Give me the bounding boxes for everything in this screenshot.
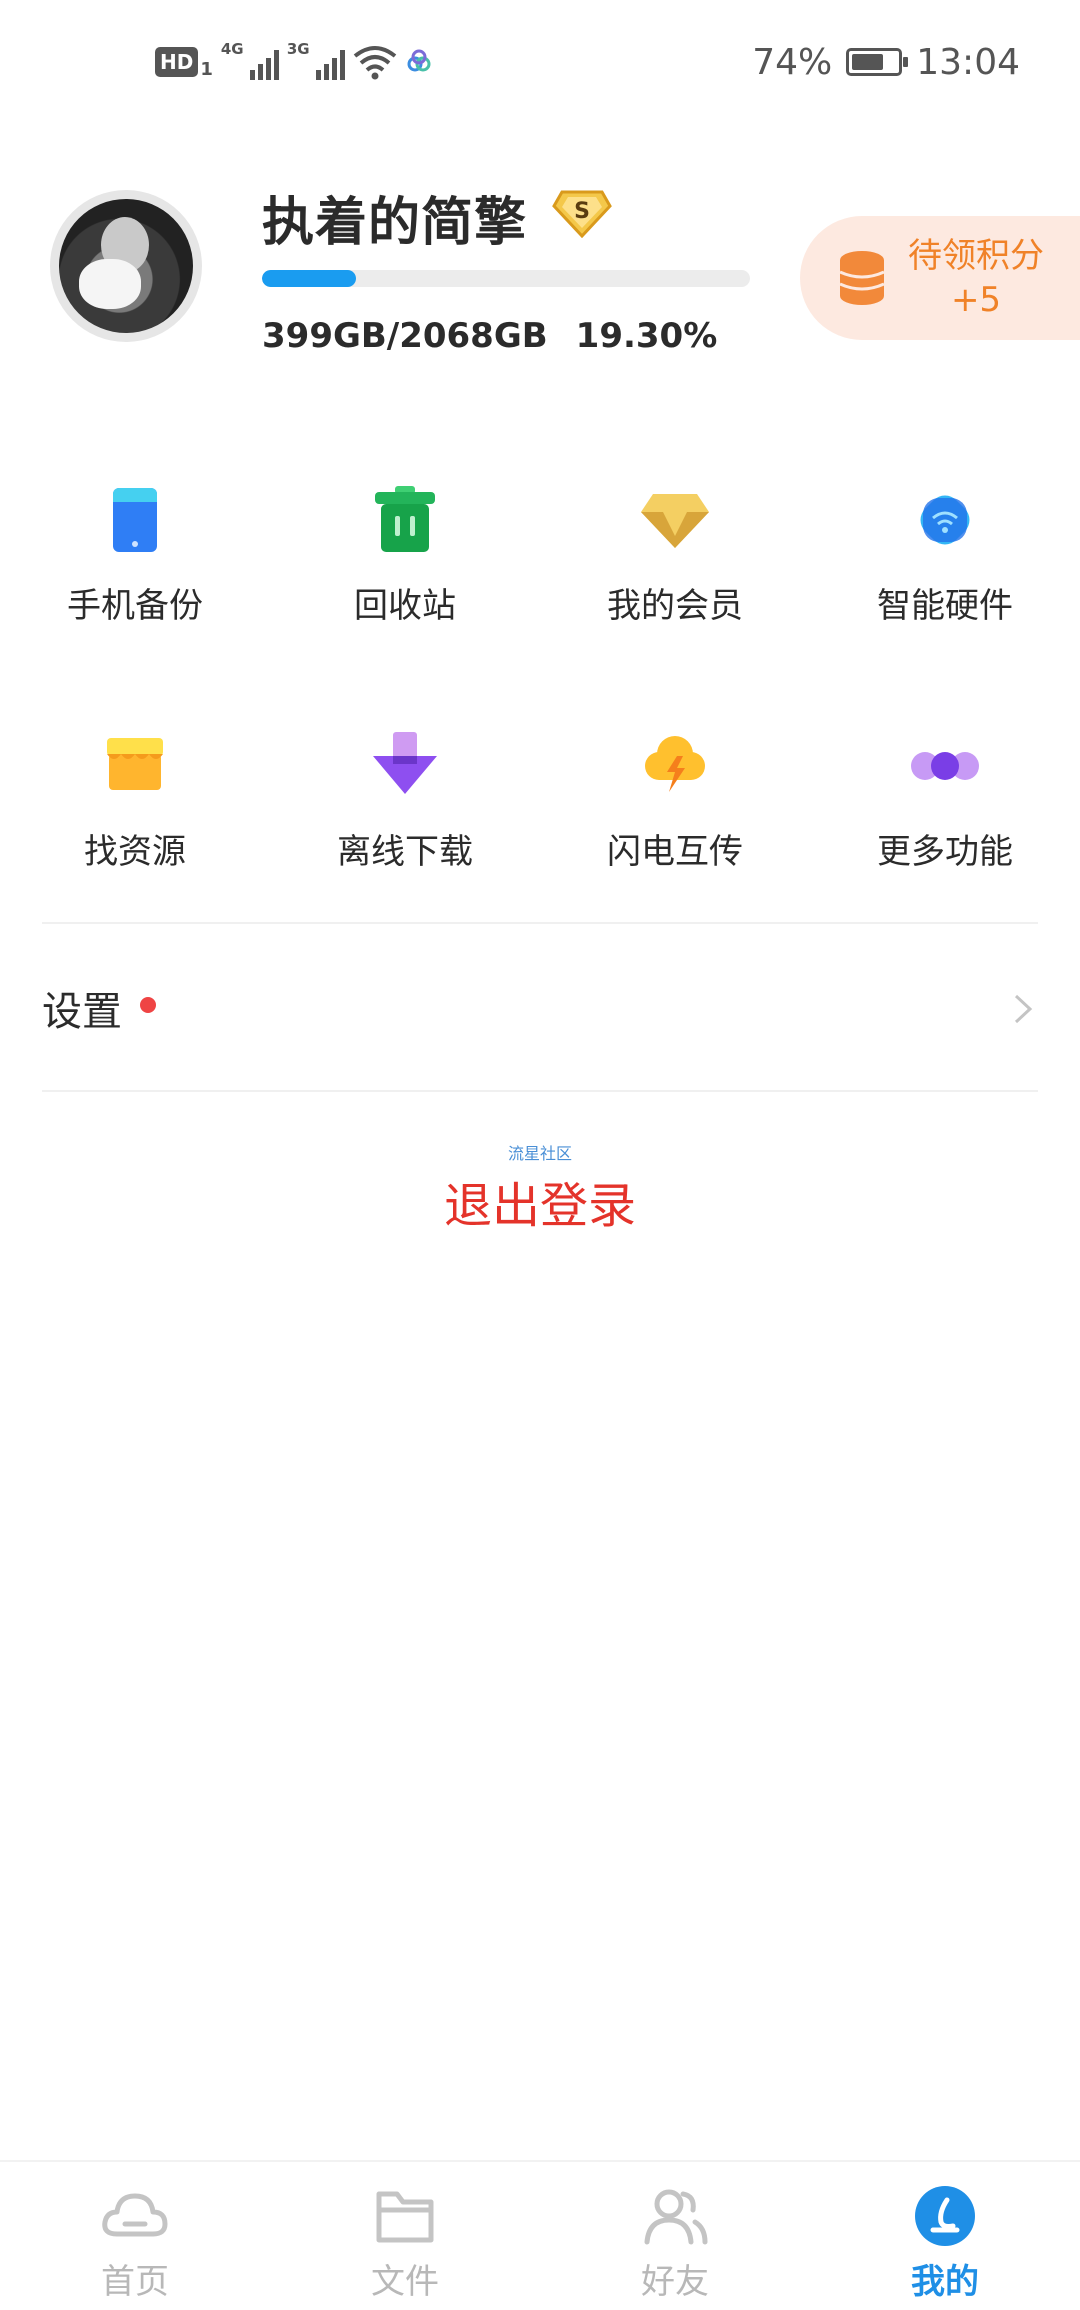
clock: 13:04 [916,41,1020,83]
divider [42,1090,1038,1092]
coins-icon [839,251,885,305]
profile-icon [915,2186,975,2246]
phone-backup-icon [113,488,157,552]
nav-item-friends[interactable]: 好友 [540,2162,810,2310]
nav-item-files[interactable]: 文件 [270,2162,540,2310]
storage-info: 399GB/2068GB 19.30% [262,316,717,356]
chevron-right-icon [1014,994,1033,1024]
bottom-nav: 首页 文件 好友 我的 [0,2160,1080,2310]
logout-area: 流星社区 退出登录 [0,1140,1080,1236]
storage-used: 399GB/2068GB [262,316,548,356]
points-button[interactable]: 待领积分 +5 [800,216,1080,340]
grid-label: 离线下载 [337,832,473,872]
battery-icon [846,48,909,76]
wifi-icon [353,46,397,80]
more-dots-icon [911,752,979,780]
nav-label: 首页 [101,2262,169,2302]
points-label: 待领积分 [908,236,1044,276]
grid-label: 闪电互传 [607,832,743,872]
notification-dot [140,997,156,1013]
battery-percent: 74% [752,41,833,83]
signal-4g-icon: 4G [221,40,279,82]
status-icons-right: 74% 13:04 [752,36,1020,88]
diamond-icon [641,494,709,548]
folder-icon [376,2191,434,2243]
settings-row[interactable]: 设置 [0,924,1080,1092]
feature-grid: 手机备份 回收站 我的会员 智能硬件 找资源 离线下载 闪电互传 更多功能 [0,470,1080,962]
storage-progress-bar [262,270,750,287]
points-value: +5 [950,280,1002,320]
status-icons-left: HD 1 4G 3G [155,40,433,84]
nav-label: 我的 [911,2262,979,2302]
logout-button[interactable]: 退出登录 [444,1166,636,1236]
grid-label: 智能硬件 [877,586,1013,626]
cloud-icon [102,2193,168,2237]
nav-item-home[interactable]: 首页 [0,2162,270,2310]
lightning-cloud-icon [645,736,705,792]
hd-badge: HD [155,47,199,77]
grid-item-smart-hardware[interactable]: 智能硬件 [810,470,1080,716]
nav-label: 好友 [641,2262,709,2302]
grid-label: 回收站 [354,586,456,626]
avatar[interactable] [50,190,202,342]
watermark-text: 流星社区 [507,1144,572,1163]
app-notification-icon [407,49,431,72]
smart-hardware-icon [920,495,970,545]
svg-text:S: S [574,199,590,224]
recycle-bin-icon [375,486,435,552]
vip-badge-icon[interactable]: S [552,186,612,238]
store-icon [107,738,163,790]
friends-icon [644,2189,708,2245]
grid-label: 更多功能 [877,832,1013,872]
download-icon [373,732,437,794]
grid-item-recycle-bin[interactable]: 回收站 [270,470,540,716]
storage-progress-fill [262,270,357,287]
grid-item-my-vip[interactable]: 我的会员 [540,470,810,716]
nav-item-mine[interactable]: 我的 [810,2162,1080,2310]
settings-label: 设置 [42,989,122,1035]
grid-label: 我的会员 [607,586,743,626]
hd-sub: 1 [200,58,213,80]
status-bar: HD 1 4G 3G 74% 13:04 [0,0,1080,124]
grid-item-phone-backup[interactable]: 手机备份 [0,470,270,716]
grid-label: 手机备份 [67,586,203,626]
username[interactable]: 执着的简擎 [262,180,527,255]
signal-3g-icon: 3G [287,40,345,82]
nav-label: 文件 [371,2262,439,2302]
grid-label: 找资源 [84,832,186,872]
storage-percent: 19.30% [575,316,718,356]
